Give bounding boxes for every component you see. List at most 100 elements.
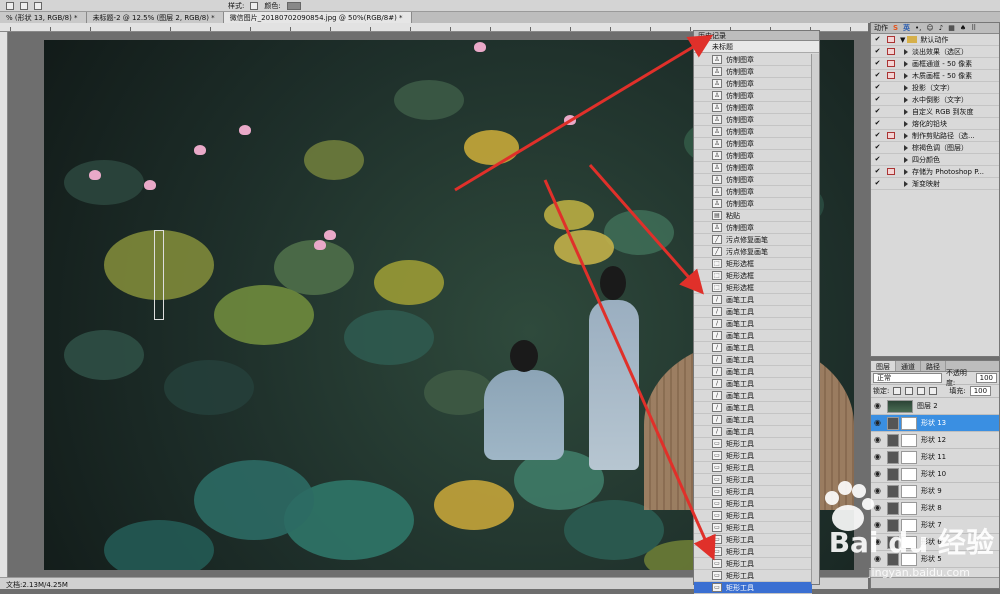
history-item[interactable]: ∕ 画笔工具 — [694, 390, 812, 402]
history-item[interactable]: ▭ 矩形工具 — [694, 522, 812, 534]
history-item[interactable]: ∕ 画笔工具 — [694, 330, 812, 342]
history-item[interactable]: ∕ 画笔工具 — [694, 366, 812, 378]
history-item[interactable]: ⬚ 矩形选框 — [694, 282, 812, 294]
shirt-icon[interactable]: ♠ — [960, 24, 966, 32]
dialog-toggle[interactable] — [887, 156, 895, 163]
expand-icon[interactable] — [904, 168, 908, 175]
check-icon[interactable]: ✔ — [873, 107, 882, 116]
expand-icon[interactable] — [904, 132, 908, 139]
action-row[interactable]: ✔ 渐变映射 — [871, 178, 999, 190]
dialog-toggle[interactable] — [887, 168, 895, 175]
layer-row[interactable]: ◉ 形状 13 — [871, 415, 999, 432]
action-row[interactable]: ✔ 投影（文字） — [871, 82, 999, 94]
history-item[interactable]: ∕ 画笔工具 — [694, 306, 812, 318]
lock-brush-icon[interactable] — [905, 387, 914, 395]
layer-row[interactable]: ◉ 形状 12 — [871, 432, 999, 449]
sogou-icon[interactable]: S — [893, 24, 898, 32]
layer-row[interactable]: ◉ 形状 8 — [871, 500, 999, 517]
history-item[interactable]: ▭ 矩形工具 — [694, 474, 812, 486]
history-item[interactable]: ⬚ 矩形选框 — [694, 270, 812, 282]
history-item[interactable]: ▭ 矩形工具 — [694, 486, 812, 498]
eye-icon[interactable]: ◉ — [874, 419, 884, 427]
history-item[interactable]: ⬚ 矩形选框 — [694, 258, 812, 270]
history-item[interactable]: ♙ 仿制图章 — [694, 174, 812, 186]
history-item[interactable]: ▭ 矩形工具 — [694, 438, 812, 450]
history-item[interactable]: ∕ 画笔工具 — [694, 426, 812, 438]
style-swatch[interactable] — [250, 1, 259, 10]
eye-icon[interactable]: ◉ — [874, 470, 884, 478]
dialog-toggle[interactable] — [887, 48, 895, 55]
layer-row[interactable]: ◉ 形状 10 — [871, 466, 999, 483]
dialog-toggle[interactable] — [887, 36, 895, 43]
history-item[interactable]: ∕ 画笔工具 — [694, 402, 812, 414]
expand-icon[interactable] — [904, 120, 908, 127]
check-icon[interactable]: ✔ — [873, 47, 882, 56]
expand-icon[interactable] — [904, 144, 908, 151]
layers-tab[interactable]: 通道 — [896, 361, 921, 371]
action-row[interactable]: ✔ 棕褐色调（图层） — [871, 142, 999, 154]
eye-icon[interactable]: ◉ — [874, 453, 884, 461]
history-item[interactable]: ▭ 矩形工具 — [694, 558, 812, 570]
action-row[interactable]: ✔ 自定义 RGB 到灰度 — [871, 106, 999, 118]
expand-icon[interactable] — [904, 108, 908, 115]
check-icon[interactable]: ✔ — [873, 71, 882, 80]
layer-row[interactable]: ◉ 形状 11 — [871, 449, 999, 466]
history-item[interactable]: ▭ 矩形工具 — [694, 582, 812, 594]
action-row[interactable]: ✔ 木质画框 - 50 像素 — [871, 70, 999, 82]
dialog-toggle[interactable] — [887, 180, 895, 187]
history-item[interactable]: ♙ 仿制图章 — [694, 222, 812, 234]
history-item[interactable]: ♙ 仿制图章 — [694, 78, 812, 90]
dialog-toggle[interactable] — [887, 120, 895, 127]
history-item[interactable]: ▭ 矩形工具 — [694, 546, 812, 558]
history-item[interactable]: ∕ 画笔工具 — [694, 318, 812, 330]
action-row[interactable]: ✔ 熔化的铅块 — [871, 118, 999, 130]
history-item[interactable]: ▭ 矩形工具 — [694, 534, 812, 546]
dialog-toggle[interactable] — [887, 132, 895, 139]
history-item[interactable]: ∕ 画笔工具 — [694, 378, 812, 390]
eye-icon[interactable]: ◉ — [874, 436, 884, 444]
history-item[interactable]: ♙ 仿制图章 — [694, 162, 812, 174]
history-item[interactable]: ♙ 仿制图章 — [694, 102, 812, 114]
history-item[interactable]: ♙ 仿制图章 — [694, 90, 812, 102]
check-icon[interactable]: ✔ — [873, 59, 882, 68]
history-item[interactable]: ▭ 矩形工具 — [694, 450, 812, 462]
lock-move-icon[interactable] — [917, 387, 926, 395]
dialog-toggle[interactable] — [887, 144, 895, 151]
action-row[interactable]: ✔ 水中倒影（文字） — [871, 94, 999, 106]
document-tab[interactable]: 微信图片_20180702090854.jpg @ 50%(RGB/8#) * — [223, 12, 412, 23]
keyboard-icon[interactable]: ▦ — [948, 24, 955, 32]
layer-row[interactable]: ◉ 形状 9 — [871, 483, 999, 500]
layers-tab[interactable]: 图层 — [871, 361, 896, 371]
history-item[interactable]: ∕ 画笔工具 — [694, 342, 812, 354]
check-icon[interactable]: ✔ — [873, 167, 882, 176]
lock-all-icon[interactable] — [929, 387, 938, 395]
tool-option-button[interactable] — [34, 1, 42, 10]
eye-icon[interactable]: ◉ — [874, 402, 884, 410]
history-item[interactable]: ▭ 矩形工具 — [694, 570, 812, 582]
document-tab[interactable]: % (形状 13, RGB/8) * — [0, 12, 87, 23]
check-icon[interactable]: ✔ — [873, 155, 882, 164]
check-icon[interactable]: ✔ — [873, 35, 882, 44]
action-row[interactable]: ✔ 制作剪贴路径（选... — [871, 130, 999, 142]
history-snapshot[interactable]: 未标题 — [694, 41, 819, 53]
lock-transparency-icon[interactable] — [893, 387, 902, 395]
opacity-input[interactable]: 100 — [975, 373, 997, 383]
action-row[interactable]: ✔ 淡出效果（选区） — [871, 46, 999, 58]
layer-row[interactable]: ◉ 图层 2 — [871, 398, 999, 415]
check-icon[interactable]: ✔ — [873, 119, 882, 128]
dialog-toggle[interactable] — [887, 108, 895, 115]
blend-mode-select[interactable]: 正常 — [873, 373, 942, 383]
tool-option-button[interactable] — [6, 1, 14, 10]
history-item[interactable]: ♙ 仿制图章 — [694, 54, 812, 66]
history-item[interactable]: ▤ 粘贴 — [694, 210, 812, 222]
action-row[interactable]: ✔ 画框通道 - 50 像素 — [871, 58, 999, 70]
expand-icon[interactable] — [904, 60, 908, 67]
dialog-toggle[interactable] — [887, 60, 895, 67]
tab-actions[interactable]: 动作 — [874, 23, 888, 33]
expand-icon[interactable] — [904, 84, 908, 91]
history-item[interactable]: ♙ 仿制图章 — [694, 150, 812, 162]
check-icon[interactable]: ✔ — [873, 131, 882, 140]
history-item[interactable]: ╱ 污点修复画笔 — [694, 234, 812, 246]
action-row[interactable]: ✔ 存储为 Photoshop P... — [871, 166, 999, 178]
history-item[interactable]: ▭ 矩形工具 — [694, 498, 812, 510]
